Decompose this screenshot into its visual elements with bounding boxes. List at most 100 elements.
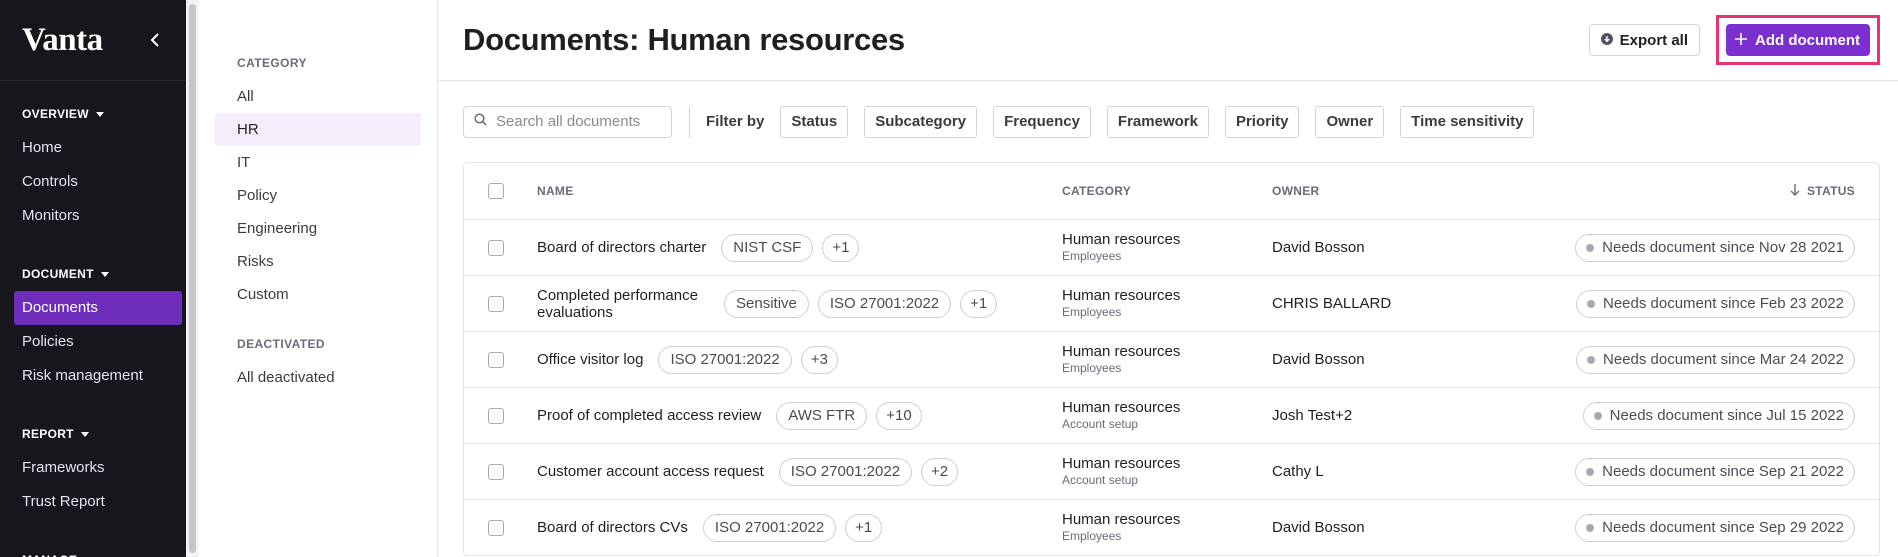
column-header-owner[interactable]: OWNER (1272, 184, 1472, 198)
owner-name: CHRIS BALLARD (1272, 295, 1392, 312)
filter-framework-button[interactable]: Framework (1106, 105, 1209, 138)
category-heading: CATEGORY (237, 56, 307, 70)
row-checkbox-cell (464, 351, 537, 368)
status-dot-icon (1587, 355, 1596, 364)
document-name[interactable]: Completed performance evaluations (537, 287, 709, 321)
more-tags-badge[interactable]: +1 (845, 513, 883, 542)
category-name: Human resources (1062, 511, 1181, 528)
category-item-it[interactable]: IT (215, 146, 421, 179)
nav-item-frameworks[interactable]: Frameworks (0, 451, 185, 485)
table-row[interactable]: Completed performance evaluations Sensiti… (464, 276, 1879, 332)
more-tags-badge[interactable]: +1 (960, 289, 998, 318)
nav-item-home[interactable]: Home (0, 131, 185, 165)
table-row[interactable]: Board of directors CVs ISO 27001:2022 +1 Hu… (464, 500, 1879, 556)
documents-table: NAME CATEGORY OWNER STATUS Board of dire… (463, 162, 1880, 556)
more-tags-badge[interactable]: +10 (876, 401, 922, 430)
filter-owner-button[interactable]: Owner (1315, 105, 1385, 138)
framework-tag: ISO 27001:2022 (658, 345, 792, 374)
plus-icon (1735, 32, 1747, 49)
row-checkbox[interactable] (488, 519, 504, 536)
framework-tag: ISO 27001:2022 (702, 513, 837, 542)
filter-time-sensitivity-button[interactable]: Time sensitivity (1400, 105, 1535, 138)
table-row[interactable]: Proof of completed access review AWS FTR +… (464, 388, 1879, 444)
row-checkbox[interactable] (488, 351, 504, 368)
main-nav: Vanta OVERVIEW Home Controls Monitors DOCUME… (0, 0, 199, 557)
nav-heading-manage[interactable]: MANAGE (0, 549, 199, 557)
caret-down-icon (100, 271, 109, 277)
status-dot-icon (1593, 411, 1602, 420)
subcategory-name: Account setup (1062, 417, 1139, 431)
nav-heading-report[interactable]: REPORT (0, 423, 199, 445)
page-title: Documents: Human resources (463, 22, 905, 57)
status-text: Needs document since Sep 29 2022 (1602, 519, 1844, 536)
row-checkbox[interactable] (488, 239, 504, 256)
document-name[interactable]: Customer account access request (537, 463, 764, 480)
nav-item-policies[interactable]: Policies (0, 325, 185, 359)
more-tags-badge[interactable]: +3 (800, 345, 838, 374)
nav-scrollbar[interactable] (186, 0, 199, 557)
document-name[interactable]: Board of directors charter (537, 239, 706, 256)
owner-cell: CHRIS BALLARD (1272, 295, 1472, 312)
category-item-custom[interactable]: Custom (215, 278, 421, 311)
status-cell: Needs document since Sep 29 2022 (1472, 513, 1879, 542)
vanta-logo[interactable]: Vanta (22, 22, 103, 59)
owner-name: Josh Test+2 (1272, 407, 1353, 424)
filter-subcategory-button[interactable]: Subcategory (864, 105, 978, 138)
nav-heading-document[interactable]: DOCUMENT (0, 263, 199, 285)
export-all-label: Export all (1619, 31, 1688, 49)
category-name: Human resources (1062, 231, 1181, 248)
nav-item-documents[interactable]: Documents (14, 291, 182, 325)
add-document-button[interactable]: Add document (1726, 24, 1870, 56)
category-item-all-deactivated[interactable]: All deactivated (215, 361, 421, 394)
filter-priority-button[interactable]: Priority (1224, 105, 1300, 138)
column-header-status[interactable]: STATUS (1472, 183, 1879, 199)
category-cell: Human resources Employees (1062, 511, 1272, 544)
nav-item-risk-management[interactable]: Risk management (0, 359, 185, 393)
category-item-hr[interactable]: HR (215, 113, 421, 146)
category-item-engineering[interactable]: Engineering (215, 212, 421, 245)
table-row[interactable]: Board of directors charter NIST CSF +1 Huma… (464, 220, 1879, 276)
category-item-risks[interactable]: Risks (215, 245, 421, 278)
nav-group-overview: OVERVIEW Home Controls Monitors (0, 81, 199, 233)
status-badge: Needs document since Mar 24 2022 (1576, 345, 1855, 374)
nav-item-monitors[interactable]: Monitors (0, 199, 185, 233)
select-all-checkbox[interactable] (488, 183, 504, 199)
column-header-category[interactable]: CATEGORY (1062, 184, 1272, 198)
nav-group-document: DOCUMENT Documents Policies Risk management (0, 241, 199, 393)
framework-tag: AWS FTR (776, 401, 868, 430)
table-row[interactable]: Office visitor log ISO 27001:2022 +3 Human … (464, 332, 1879, 388)
search-box[interactable] (463, 105, 672, 138)
category-name: Human resources (1062, 343, 1181, 360)
status-text: Needs document since Feb 23 2022 (1603, 295, 1844, 312)
filter-frequency-button[interactable]: Frequency (993, 105, 1091, 138)
filter-status-button[interactable]: Status (780, 105, 849, 138)
category-item-all[interactable]: All (215, 80, 421, 113)
row-checkbox[interactable] (488, 295, 504, 312)
document-name[interactable]: Office visitor log (537, 351, 643, 368)
collapse-nav-icon[interactable] (145, 30, 165, 50)
framework-tag: ISO 27001:2022 (778, 457, 913, 486)
nav-group-manage: MANAGE (0, 527, 199, 557)
status-dot-icon (1586, 523, 1595, 532)
category-cell: Human resources Employees (1062, 231, 1272, 264)
table-row[interactable]: Customer account access request ISO 27001… (464, 444, 1879, 500)
nav-scrollbar-thumb[interactable] (189, 4, 196, 553)
owner-cell: David Bosson (1272, 239, 1472, 256)
status-badge: Needs document since Jul 15 2022 (1582, 401, 1855, 430)
document-name[interactable]: Proof of completed access review (537, 407, 761, 424)
nav-item-controls[interactable]: Controls (0, 165, 185, 199)
column-header-name[interactable]: NAME (537, 184, 1062, 198)
status-badge: Needs document since Feb 23 2022 (1576, 289, 1855, 318)
nav-heading-label: DOCUMENT (22, 267, 94, 281)
export-all-button[interactable]: Export all (1588, 24, 1700, 56)
row-checkbox[interactable] (488, 407, 504, 424)
more-tags-badge[interactable]: +1 (822, 233, 860, 262)
nav-heading-overview[interactable]: OVERVIEW (0, 103, 199, 125)
more-tags-badge[interactable]: +2 (921, 457, 959, 486)
nav-item-trust-report[interactable]: Trust Report (0, 485, 185, 519)
row-checkbox[interactable] (488, 463, 504, 480)
document-name[interactable]: Board of directors CVs (537, 519, 688, 536)
search-input[interactable] (496, 113, 656, 130)
sort-arrow-down-icon (1790, 183, 1800, 199)
category-item-policy[interactable]: Policy (215, 179, 421, 212)
